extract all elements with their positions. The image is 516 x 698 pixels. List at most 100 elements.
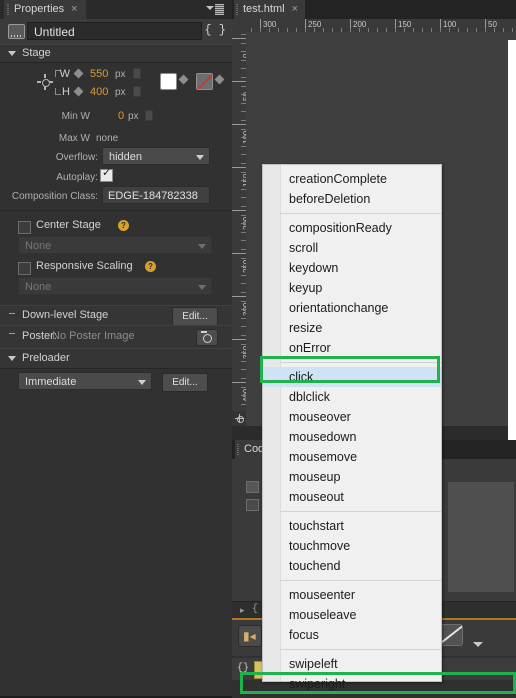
element-name-row: Untitled { } (0, 19, 232, 45)
center-stage-label: Center Stage (36, 219, 101, 231)
element-name-input[interactable]: Untitled (27, 22, 202, 40)
chevron-down-icon[interactable] (473, 642, 483, 647)
ruler-major-tick (232, 81, 246, 82)
chevron-down-icon (138, 380, 146, 385)
preloader-mode-value: Immediate (25, 376, 77, 388)
section-header-down-level-stage[interactable]: Down-level Stage Edit... (0, 305, 232, 326)
width-value[interactable]: 550 (90, 68, 108, 80)
menu-item-beforedeletion[interactable]: beforeDeletion (263, 189, 441, 209)
menu-item-resize[interactable]: resize (263, 318, 441, 338)
divider (0, 210, 232, 211)
ruler-major-tick (232, 253, 246, 254)
menu-item-mousedown[interactable]: mousedown (263, 427, 441, 447)
edit-preloader-button[interactable]: Edit... (162, 373, 208, 392)
overflow-select[interactable]: hidden (102, 147, 210, 165)
background-color-swatch[interactable] (160, 73, 177, 90)
menu-item-mouseover[interactable]: mouseover (263, 407, 441, 427)
overflow-value: hidden (109, 151, 143, 163)
menu-item-orientationchange[interactable]: orientationchange (263, 298, 441, 318)
panel-menu-icon[interactable] (206, 4, 224, 15)
background-keyframe-icon[interactable] (178, 74, 189, 85)
menu-item-focus[interactable]: focus (263, 625, 441, 645)
menu-item-scroll[interactable]: scroll (263, 238, 441, 258)
poster-value: No Poster Image (52, 330, 135, 342)
border-keyframe-icon[interactable] (214, 74, 225, 85)
ruler-origin-button[interactable] (232, 411, 246, 426)
chevron-down-icon (206, 6, 214, 10)
tab-test-html[interactable]: test.html × (234, 0, 306, 19)
menu-separator (280, 511, 441, 512)
tab-properties-label: Properties (14, 3, 65, 15)
height-keyframe-icon[interactable] (73, 86, 84, 97)
menu-item-touchstart[interactable]: touchstart (263, 516, 441, 536)
tab-close-icon[interactable]: × (71, 3, 77, 15)
menu-item-swipeleft[interactable]: swipeleft (263, 654, 441, 674)
menu-item-touchend[interactable]: touchend (263, 556, 441, 576)
min-width-value[interactable]: 0 (118, 110, 124, 122)
menu-item-keydown[interactable]: keydown (263, 258, 441, 278)
menu-separator (280, 213, 441, 214)
ruler-major-tick (232, 38, 246, 39)
width-keyframe-icon[interactable] (73, 68, 84, 79)
section-header-poster[interactable]: Poster: No Poster Image (0, 325, 232, 349)
annotation-highlight-stage-layer (240, 672, 516, 694)
menu-item-onerror[interactable]: onError (263, 338, 441, 358)
max-width-label: Max W (58, 133, 90, 144)
min-width-unit: px (128, 111, 139, 122)
code-status-twisty-icon[interactable]: ▸ (240, 605, 245, 616)
border-color-swatch[interactable] (196, 73, 213, 90)
menu-item-keyup[interactable]: keyup (263, 278, 441, 298)
tab-close-icon[interactable]: × (292, 3, 298, 15)
properties-panel: Properties × Untitled { } Stage W 550 px… (0, 0, 232, 696)
menu-item-mouseleave[interactable]: mouseleave (263, 605, 441, 625)
ruler-label: 50 (488, 20, 497, 29)
ruler-corner (232, 19, 246, 32)
document-tabbar: test.html × (232, 0, 516, 19)
menu-bars-icon (215, 4, 224, 15)
go-to-start-button[interactable]: ▮◂ (238, 625, 262, 647)
events-dropdown-menu[interactable]: creationComplete beforeDeletion compositio… (262, 164, 442, 691)
code-text-area[interactable] (447, 481, 515, 593)
tab-properties[interactable]: Properties × (4, 0, 86, 19)
preloader-mode-select[interactable]: Immediate (18, 372, 152, 390)
center-stage-help-icon[interactable]: ? (118, 220, 129, 231)
height-value[interactable]: 400 (90, 86, 108, 98)
vertical-ruler[interactable]: 05010015020025030035040050 (232, 32, 247, 426)
menu-item-touchmove[interactable]: touchmove (263, 536, 441, 556)
center-stage-checkbox[interactable] (18, 221, 31, 234)
open-actions-icon[interactable]: { } (204, 23, 226, 37)
collapsed-indicator-icon (9, 333, 15, 334)
events-menu-list: creationComplete beforeDeletion compositio… (263, 165, 441, 694)
center-stage-select[interactable]: None (18, 236, 212, 254)
poster-capture-icon[interactable] (196, 329, 218, 346)
link-dimensions-icon[interactable] (37, 74, 53, 90)
menu-item-mouseout[interactable]: mouseout (263, 487, 441, 507)
responsive-scaling-help-icon[interactable]: ? (145, 261, 156, 272)
menu-item-mouseenter[interactable]: mouseenter (263, 585, 441, 605)
edit-down-level-stage-button[interactable]: Edit... (172, 307, 218, 326)
menu-item-mouseup[interactable]: mouseup (263, 467, 441, 487)
menu-item-dblclick[interactable]: dblclick (263, 387, 441, 407)
horizontal-ruler[interactable]: 300 250 200 150 100 50 (246, 19, 516, 33)
menu-item-mousemove[interactable]: mousemove (263, 447, 441, 467)
menu-item-creationcomplete[interactable]: creationComplete (263, 169, 441, 189)
width-unit-toggle[interactable] (133, 68, 141, 79)
tab-grip-icon (7, 4, 9, 15)
composition-class-input[interactable]: EDGE-184782338 (102, 186, 210, 204)
max-width-value[interactable]: none (96, 133, 136, 144)
collapsed-indicator-icon (9, 313, 15, 314)
section-header-preloader[interactable]: Preloader (0, 348, 232, 369)
code-stage-icon (246, 481, 259, 493)
responsive-scaling-checkbox[interactable] (18, 262, 31, 275)
height-unit-toggle[interactable] (133, 86, 141, 97)
responsive-scaling-select[interactable]: None (18, 277, 212, 295)
min-width-unit-toggle[interactable] (145, 110, 153, 121)
section-header-stage[interactable]: Stage (0, 44, 232, 63)
menu-item-compositionready[interactable]: compositionReady (263, 218, 441, 238)
stage-icon (8, 24, 25, 39)
autoplay-checkbox[interactable]: ✓ (100, 168, 113, 182)
annotation-highlight-click (260, 356, 440, 383)
min-width-label: Min W (61, 111, 90, 122)
width-unit: px (115, 69, 126, 80)
ruler-major-tick (232, 124, 246, 125)
